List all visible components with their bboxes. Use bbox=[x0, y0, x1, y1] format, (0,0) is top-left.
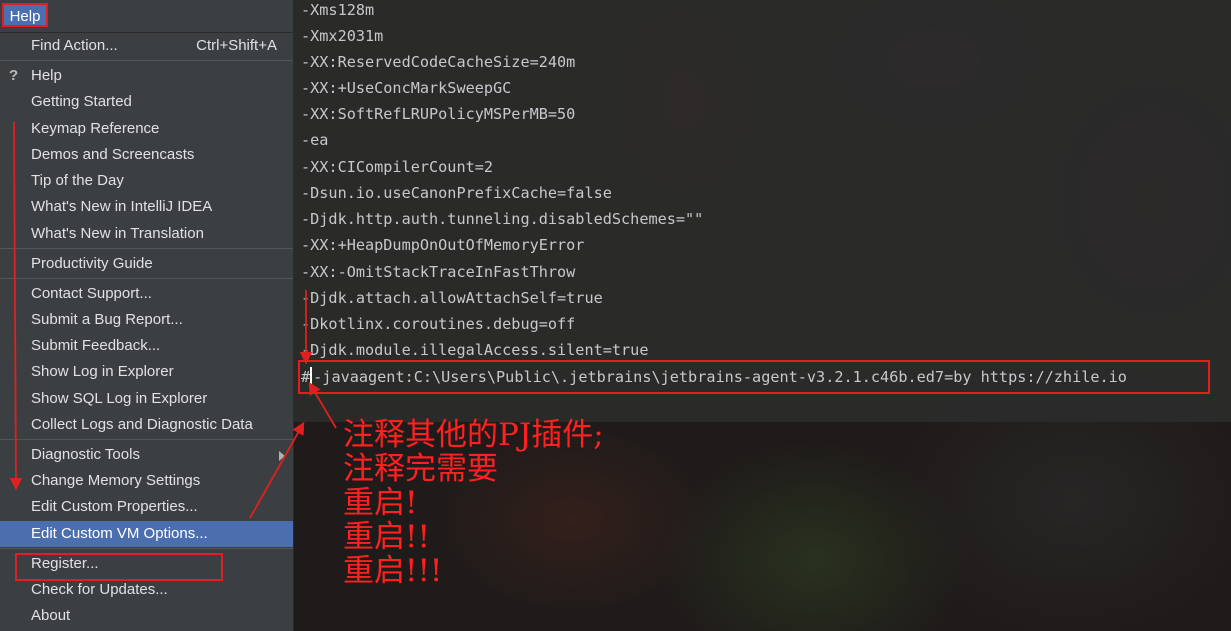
menu-item-keymap-reference[interactable]: Keymap Reference bbox=[0, 116, 293, 142]
question-icon: ? bbox=[9, 67, 19, 84]
menu-separator bbox=[0, 248, 293, 249]
menu-item-edit-custom-vm-options[interactable]: Edit Custom VM Options... bbox=[0, 521, 293, 547]
annotation-line: 注释其他的PJ插件; bbox=[343, 417, 604, 453]
menu-separator bbox=[0, 548, 293, 549]
menu-separator bbox=[0, 60, 293, 61]
menu-item-label: Check for Updates... bbox=[31, 581, 168, 598]
menu-item-label: Change Memory Settings bbox=[31, 472, 201, 489]
menu-item-label: Show SQL Log in Explorer bbox=[31, 390, 208, 407]
code-line: -Xms128m bbox=[301, 1, 375, 19]
menu-separator bbox=[0, 439, 293, 440]
menu-item-label: Edit Custom VM Options... bbox=[31, 525, 208, 542]
menu-item-help[interactable]: ? Help bbox=[0, 63, 293, 89]
code-line: -XX:+HeapDumpOnOutOfMemoryError bbox=[301, 236, 585, 254]
menu-item-label: Collect Logs and Diagnostic Data bbox=[31, 416, 253, 433]
help-menu-button[interactable]: Help bbox=[2, 3, 48, 27]
code-line: -ea bbox=[301, 131, 329, 149]
menu-item-label: Submit Feedback... bbox=[31, 337, 161, 354]
menu-item-whats-new-translation[interactable]: What's New in Translation bbox=[0, 221, 293, 247]
annotation-line: 重启! bbox=[343, 485, 418, 521]
menu-item-demos[interactable]: Demos and Screencasts bbox=[0, 142, 293, 168]
menu-item-productivity-guide[interactable]: Productivity Guide bbox=[0, 251, 293, 277]
submenu-arrow-icon bbox=[279, 451, 285, 461]
shortcut-label: Ctrl+Shift+A bbox=[196, 37, 277, 54]
menu-item-label: About bbox=[31, 607, 71, 624]
menu-item-register[interactable]: Register... bbox=[0, 551, 293, 577]
menu-item-label: What's New in IntelliJ IDEA bbox=[31, 198, 213, 215]
menu-separator bbox=[0, 278, 293, 279]
menu-item-label: Edit Custom Properties... bbox=[31, 498, 198, 515]
annotation-line: 重启!!! bbox=[343, 553, 443, 589]
menu-item-label: Submit a Bug Report... bbox=[31, 311, 183, 328]
menu-item-check-updates[interactable]: Check for Updates... bbox=[0, 577, 293, 603]
menu-item-collect-logs[interactable]: Collect Logs and Diagnostic Data bbox=[0, 412, 293, 438]
menu-item-label: Register... bbox=[31, 555, 99, 572]
code-line: -XX:ReservedCodeCacheSize=240m bbox=[301, 53, 576, 71]
menu-item-contact-support[interactable]: Contact Support... bbox=[0, 281, 293, 307]
menu-item-label: Show Log in Explorer bbox=[31, 363, 174, 380]
menu-item-change-memory[interactable]: Change Memory Settings bbox=[0, 468, 293, 494]
menu-item-whats-new-idea[interactable]: What's New in IntelliJ IDEA bbox=[0, 194, 293, 220]
menu-item-tip-of-day[interactable]: Tip of the Day bbox=[0, 168, 293, 194]
vm-options-editor[interactable]: -Xms128m -Xmx2031m -XX:ReservedCodeCache… bbox=[293, 0, 1231, 422]
code-line: -Dkotlinx.coroutines.debug=off bbox=[301, 315, 576, 333]
menu-item-submit-feedback[interactable]: Submit Feedback... bbox=[0, 333, 293, 359]
code-line: -XX:CICompilerCount=2 bbox=[301, 158, 494, 176]
menu-item-label: Tip of the Day bbox=[31, 172, 124, 189]
menu-item-show-log[interactable]: Show Log in Explorer bbox=[0, 359, 293, 385]
menu-item-submit-bug[interactable]: Submit a Bug Report... bbox=[0, 307, 293, 333]
code-line: -Xmx2031m bbox=[301, 27, 384, 45]
menu-item-about[interactable]: About bbox=[0, 603, 293, 629]
menu-item-diagnostic-tools[interactable]: Diagnostic Tools bbox=[0, 442, 293, 468]
menu-item-getting-started[interactable]: Getting Started bbox=[0, 89, 293, 115]
menu-item-edit-custom-properties[interactable]: Edit Custom Properties... bbox=[0, 494, 293, 520]
code-line: -XX:-OmitStackTraceInFastThrow bbox=[301, 263, 576, 281]
menu-item-label: Diagnostic Tools bbox=[31, 446, 140, 463]
menu-item-label: Find Action... bbox=[31, 37, 118, 54]
menu-item-label: Getting Started bbox=[31, 93, 132, 110]
menu-item-label: Productivity Guide bbox=[31, 255, 153, 272]
code-line: -Djdk.http.auth.tunneling.disabledScheme… bbox=[301, 210, 704, 228]
menu-item-find-action[interactable]: Find Action... Ctrl+Shift+A bbox=[0, 33, 293, 59]
code-line: -XX:+UseConcMarkSweepGC bbox=[301, 79, 512, 97]
annotation-text: 注释其他的PJ插件; 注释完需要 重启! 重启!! 重启!!! bbox=[343, 418, 604, 588]
code-line: -Dsun.io.useCanonPrefixCache=false bbox=[301, 184, 612, 202]
menu-item-label: Help bbox=[31, 67, 62, 84]
menu-item-show-sql-log[interactable]: Show SQL Log in Explorer bbox=[0, 386, 293, 412]
menu-bar: Help bbox=[0, 0, 293, 33]
menu-item-label: Contact Support... bbox=[31, 285, 152, 302]
menu-item-label: Keymap Reference bbox=[31, 120, 160, 137]
annotation-line: 注释完需要 bbox=[343, 451, 498, 487]
code-line: -XX:SoftRefLRUPolicyMSPerMB=50 bbox=[301, 105, 576, 123]
annotation-highlight-box bbox=[298, 360, 1210, 394]
help-dropdown-menu: Find Action... Ctrl+Shift+A ? Help Getti… bbox=[0, 33, 294, 631]
code-line: -Djdk.attach.allowAttachSelf=true bbox=[301, 289, 603, 307]
menu-item-label: Demos and Screencasts bbox=[31, 146, 195, 163]
annotation-line: 重启!! bbox=[343, 519, 430, 555]
menu-item-label: What's New in Translation bbox=[31, 225, 204, 242]
